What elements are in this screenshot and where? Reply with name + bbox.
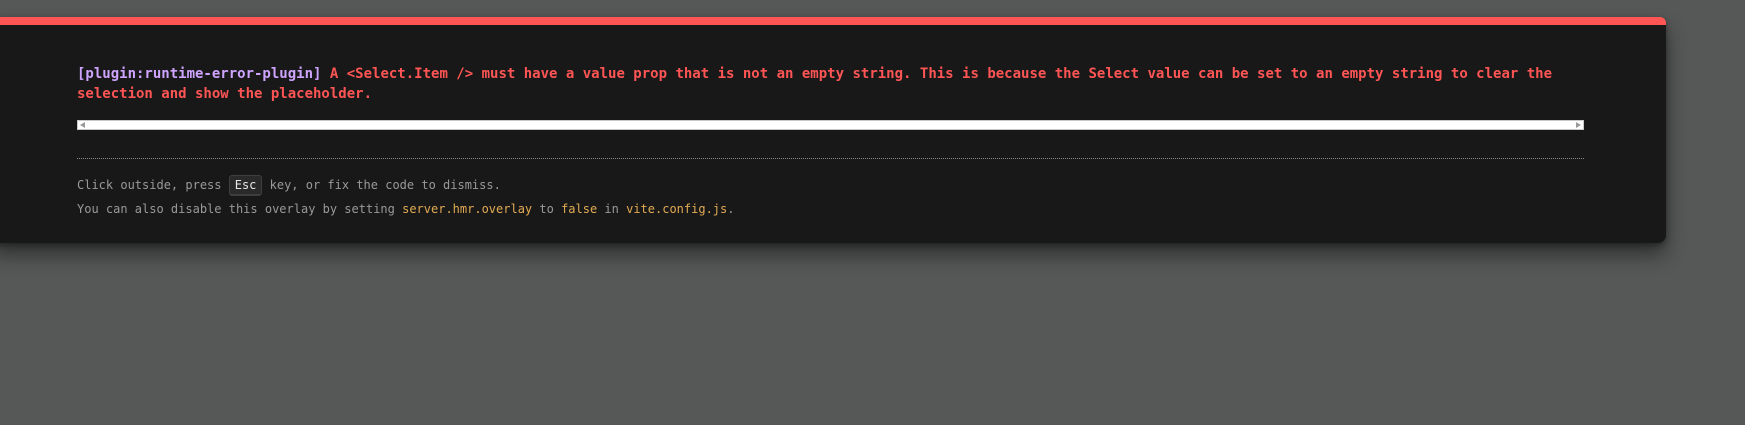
error-message: [plugin:runtime-error-plugin] A <Select.… bbox=[77, 64, 1597, 104]
config-file: vite.config.js bbox=[626, 202, 728, 216]
config-value: false bbox=[561, 202, 598, 216]
tip-text: to bbox=[532, 202, 562, 216]
error-overlay-window: [plugin:runtime-error-plugin] A <Select.… bbox=[0, 17, 1666, 243]
plugin-name: [plugin:runtime-error-plugin] bbox=[77, 66, 322, 82]
tip-text: You can also disable this overlay by set… bbox=[77, 202, 403, 216]
tip-text: key, or fix the code to dismiss. bbox=[262, 178, 501, 192]
disable-overlay-tip: You can also disable this overlay by set… bbox=[77, 199, 1577, 219]
tip-text: . bbox=[727, 202, 735, 216]
esc-key: Esc bbox=[228, 175, 263, 196]
scroll-right-arrow-icon[interactable] bbox=[1576, 122, 1581, 128]
dismiss-tip: Click outside, press Esc key, or fix the… bbox=[77, 175, 1577, 196]
code-frame-scrollbar[interactable] bbox=[77, 120, 1584, 130]
divider bbox=[77, 158, 1584, 159]
scroll-left-arrow-icon[interactable] bbox=[80, 122, 85, 128]
tip-text: in bbox=[597, 202, 627, 216]
config-setting: server.hmr.overlay bbox=[402, 202, 533, 216]
tip-text: Click outside, press bbox=[77, 178, 229, 192]
